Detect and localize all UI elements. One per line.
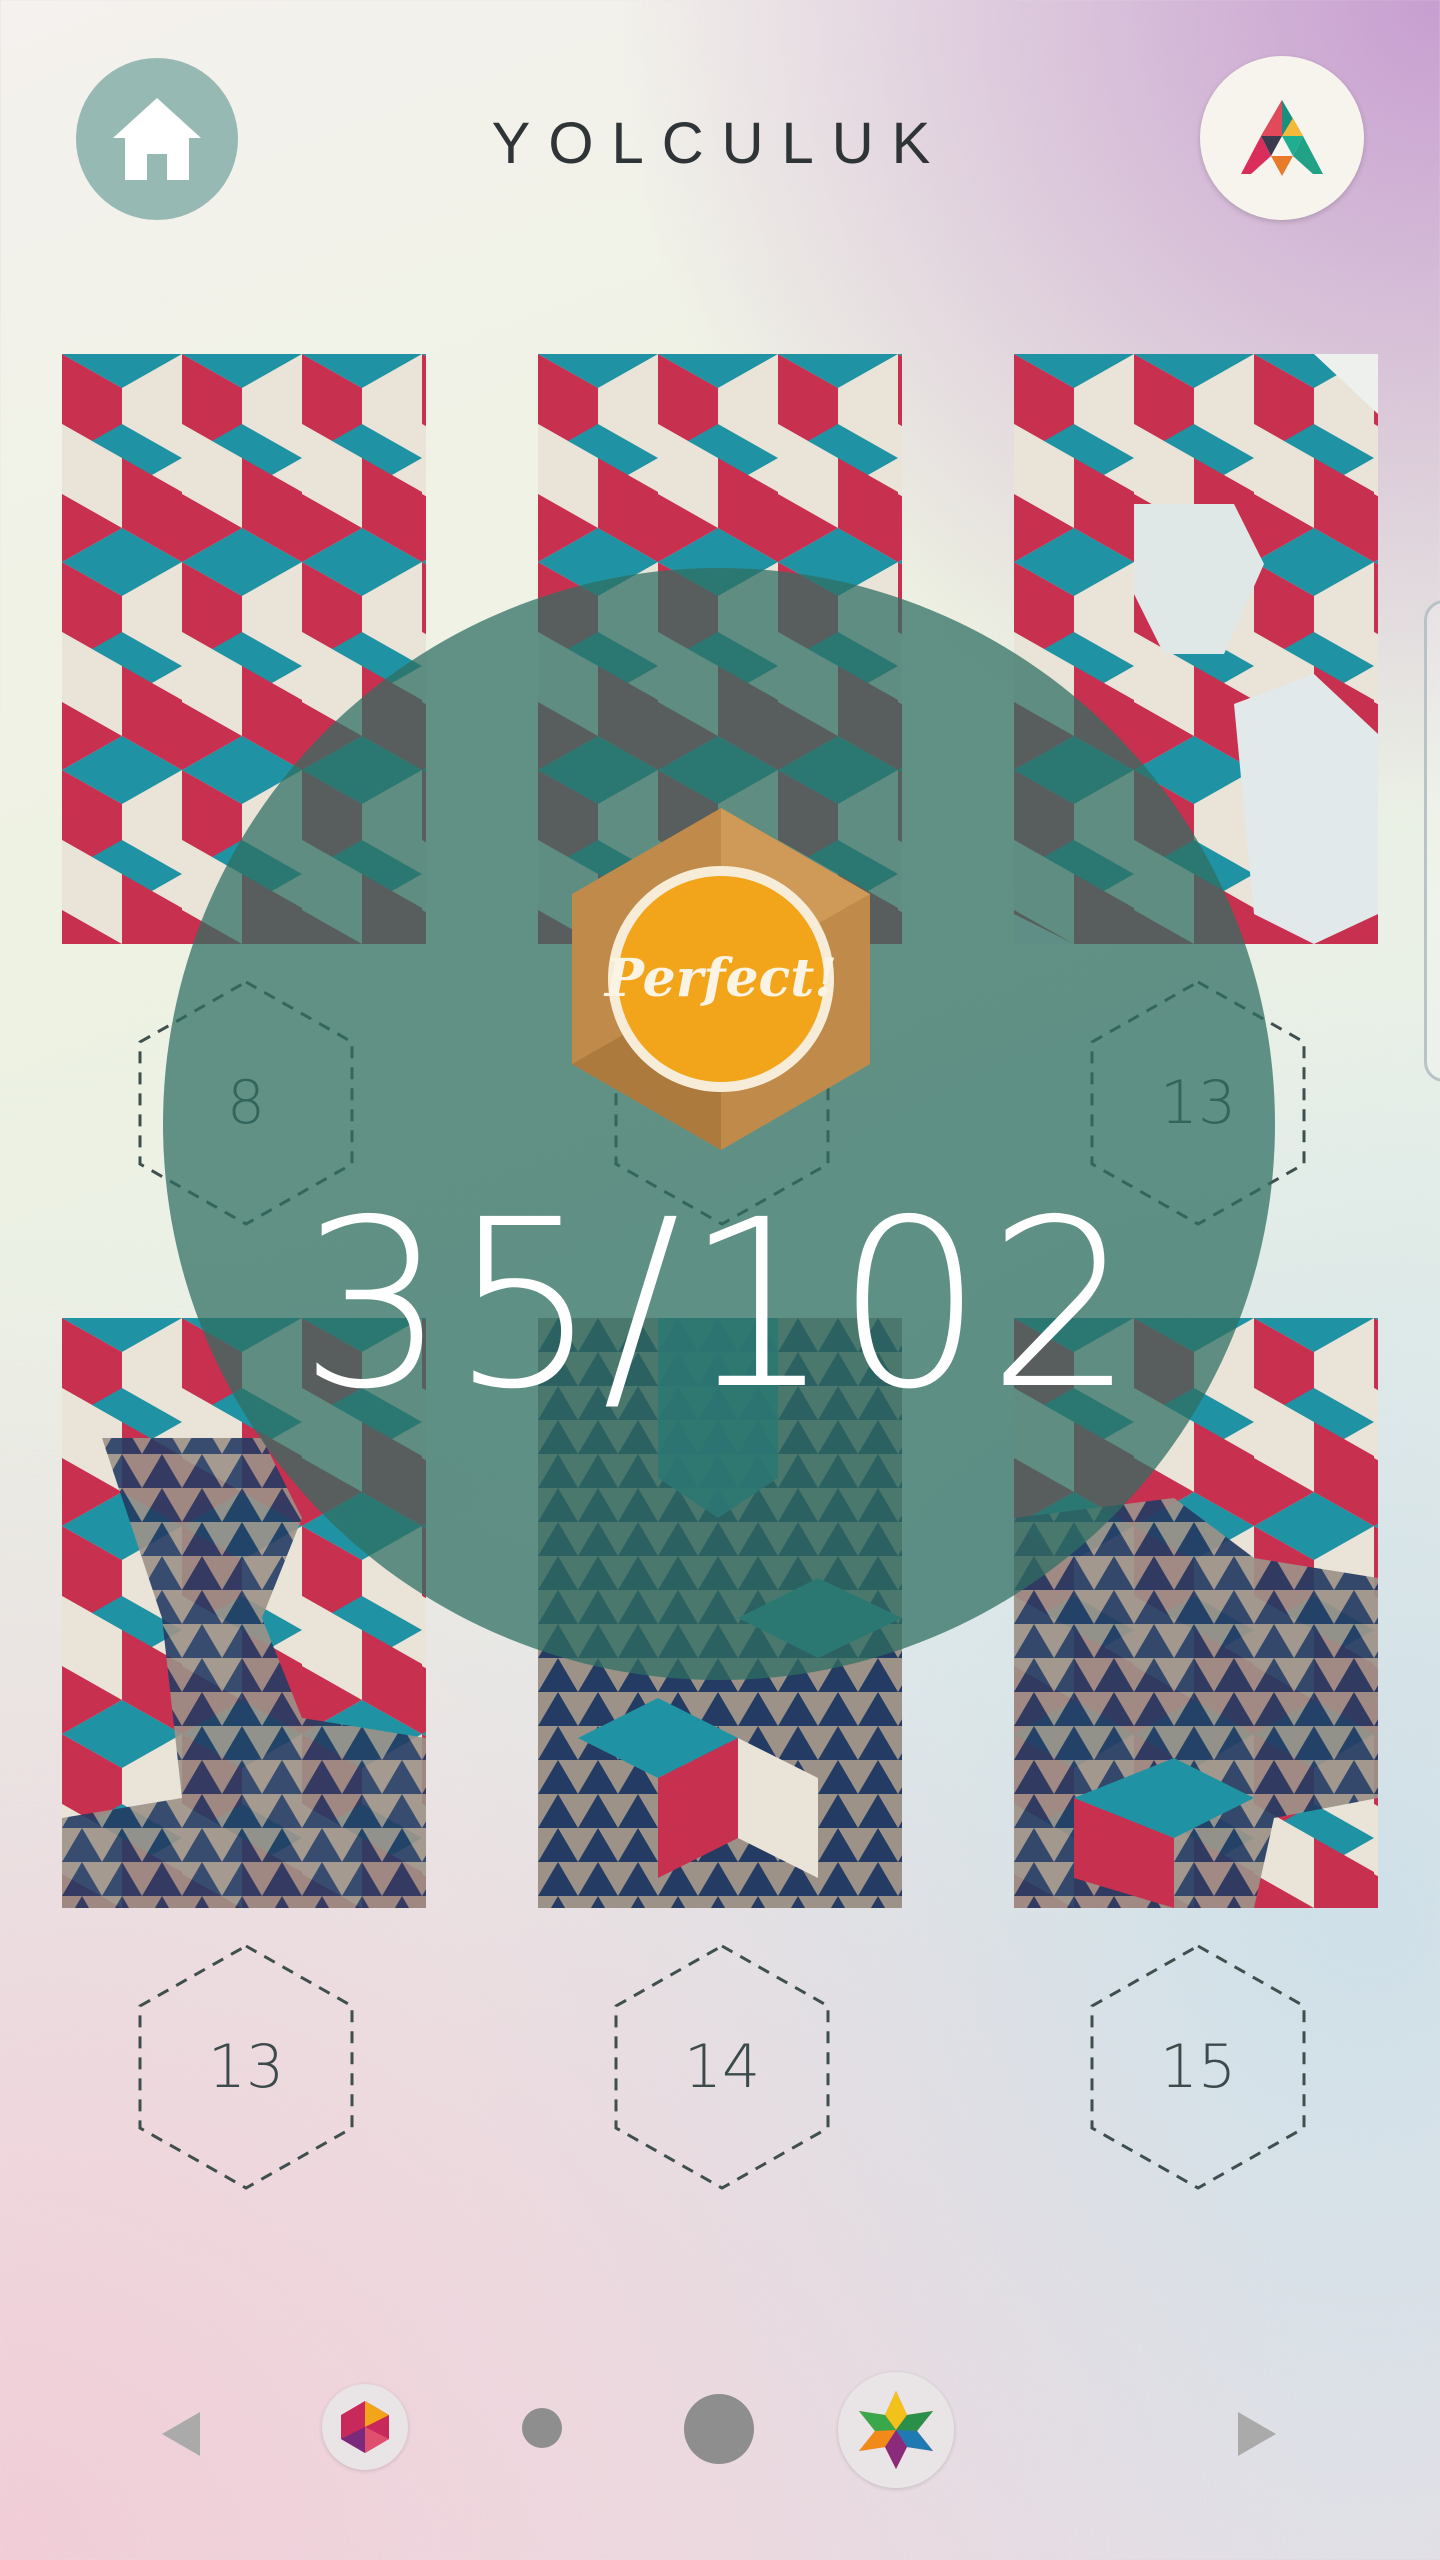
world-2-icon[interactable]: [838, 2372, 954, 2488]
bottom-nav: [0, 2360, 1440, 2500]
arrow-left-icon[interactable]: [162, 2412, 200, 2456]
level-number-hex[interactable]: 13: [126, 1942, 366, 2192]
level-number: 13: [207, 2032, 285, 2102]
hexagon-badge-icon: Perfect!: [572, 808, 870, 1150]
triangle-logo-icon: [1241, 100, 1323, 176]
edge-panel-handle[interactable]: [1424, 600, 1440, 1082]
level-number-hex[interactable]: 14: [602, 1942, 842, 2192]
world-1-icon[interactable]: [322, 2384, 408, 2470]
level-number-hex[interactable]: 15: [1078, 1942, 1318, 2192]
arrow-right-icon[interactable]: [1238, 2412, 1276, 2456]
level-number: 15: [1159, 2032, 1237, 2102]
badge-text: Perfect!: [603, 948, 837, 1009]
score-text: 35/102: [298, 1170, 1140, 1440]
page-dot-active[interactable]: [684, 2394, 754, 2464]
level-number: 14: [683, 2032, 761, 2102]
perfect-badge: Perfect!: [570, 806, 872, 1152]
logo-button[interactable]: [1200, 56, 1364, 220]
page-dot[interactable]: [522, 2408, 562, 2448]
